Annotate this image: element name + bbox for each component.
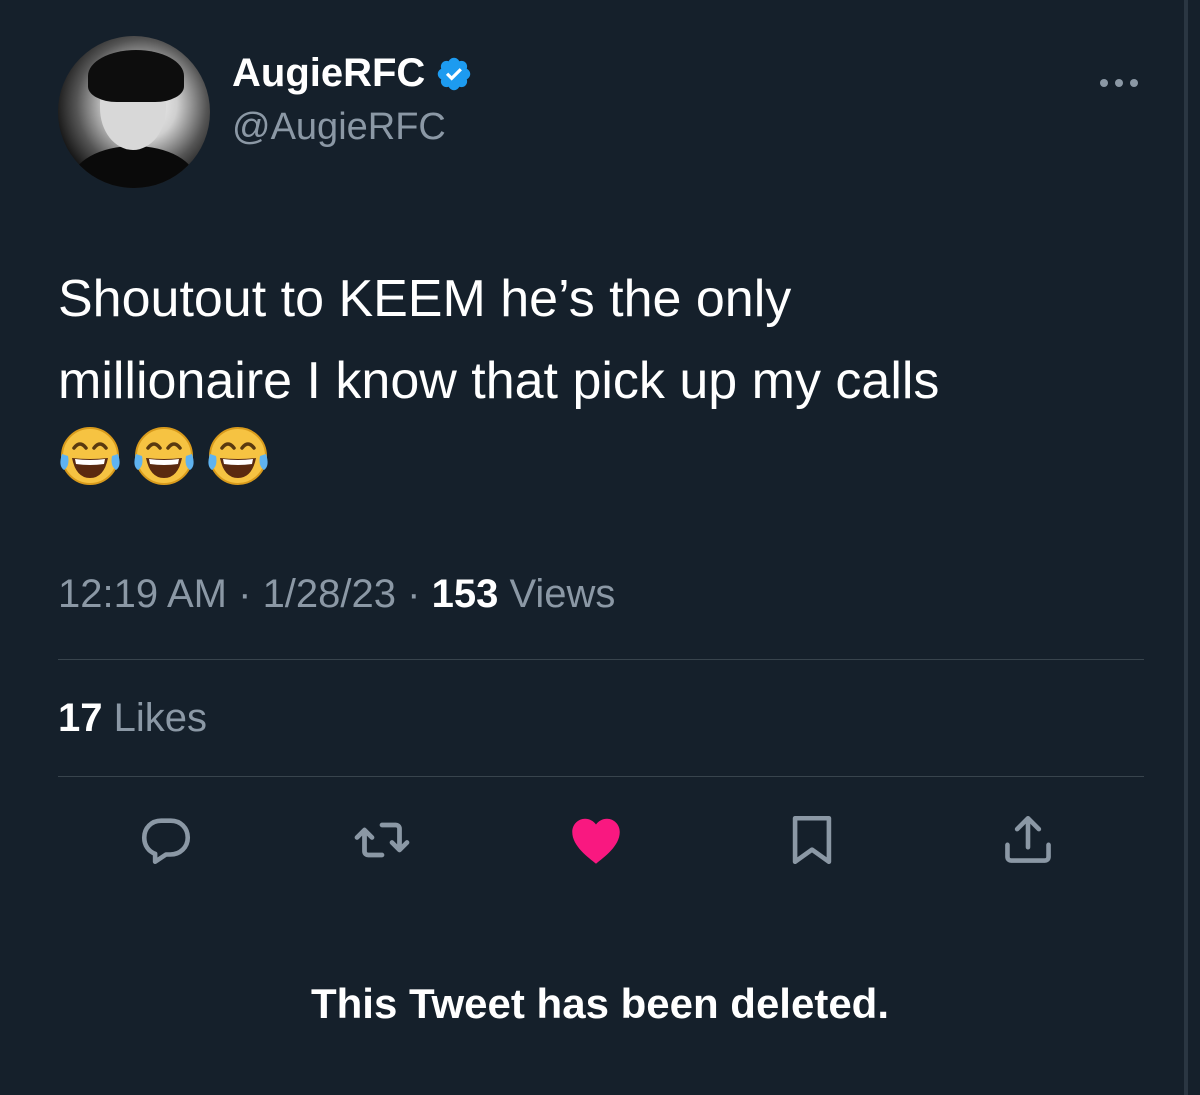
divider	[58, 776, 1144, 777]
likes-label: Likes	[102, 696, 207, 740]
tweet-text-line-1: Shoutout to KEEM he’s the only	[58, 270, 792, 328]
tweet-meta: 12:19 AM · 1/28/23 · 153 Views	[58, 572, 615, 617]
views-label: Views	[498, 572, 616, 616]
heart-icon	[572, 818, 620, 864]
avatar-body-shape	[72, 146, 196, 188]
share-icon	[1005, 815, 1051, 863]
deleted-notice: This Tweet has been deleted.	[310, 980, 890, 1027]
face-with-tears-of-joy-icon	[208, 427, 268, 485]
reply-button[interactable]	[136, 810, 196, 870]
tweet-date[interactable]: 1/28/23	[263, 572, 396, 616]
meta-separator: ·	[227, 572, 263, 616]
more-options-icon[interactable]	[1098, 76, 1140, 90]
author-names: AugieRFC @AugieRFC	[232, 51, 473, 149]
tweet-text: Shoutout to KEEM he’s the only millionai…	[58, 258, 1158, 422]
retweet-button[interactable]	[352, 810, 412, 870]
tweet-time[interactable]: 12:19 AM	[58, 572, 227, 616]
verified-badge-icon	[438, 57, 471, 90]
avatar-hair-shape	[88, 50, 184, 102]
tweet-emojis	[58, 424, 270, 488]
bookmark-icon	[792, 815, 832, 865]
action-bar	[0, 810, 1200, 870]
share-button[interactable]	[998, 810, 1058, 870]
avatar[interactable]	[58, 36, 210, 188]
meta-separator: ·	[396, 572, 432, 616]
likes-count: 17	[58, 696, 103, 740]
like-button[interactable]	[566, 810, 626, 870]
display-name-row: AugieRFC	[232, 51, 473, 96]
display-name[interactable]: AugieRFC	[232, 51, 425, 96]
likes-stat[interactable]: 17 Likes	[58, 696, 207, 741]
scrollbar[interactable]	[1184, 0, 1188, 1095]
tweet-header: AugieRFC @AugieRFC	[58, 36, 473, 188]
tweet-text-line-2: millionaire I know that pick up my calls	[58, 352, 940, 410]
reply-icon	[141, 818, 191, 865]
tweet-page: AugieRFC @AugieRFC Shoutout to KEEM he’s…	[0, 0, 1200, 1095]
face-with-tears-of-joy-icon	[134, 427, 194, 485]
divider	[58, 659, 1144, 660]
face-with-tears-of-joy-icon	[60, 427, 120, 485]
bookmark-button[interactable]	[782, 810, 842, 870]
handle[interactable]: @AugieRFC	[232, 106, 473, 149]
retweet-icon	[354, 822, 410, 858]
views-count: 153	[431, 572, 499, 616]
